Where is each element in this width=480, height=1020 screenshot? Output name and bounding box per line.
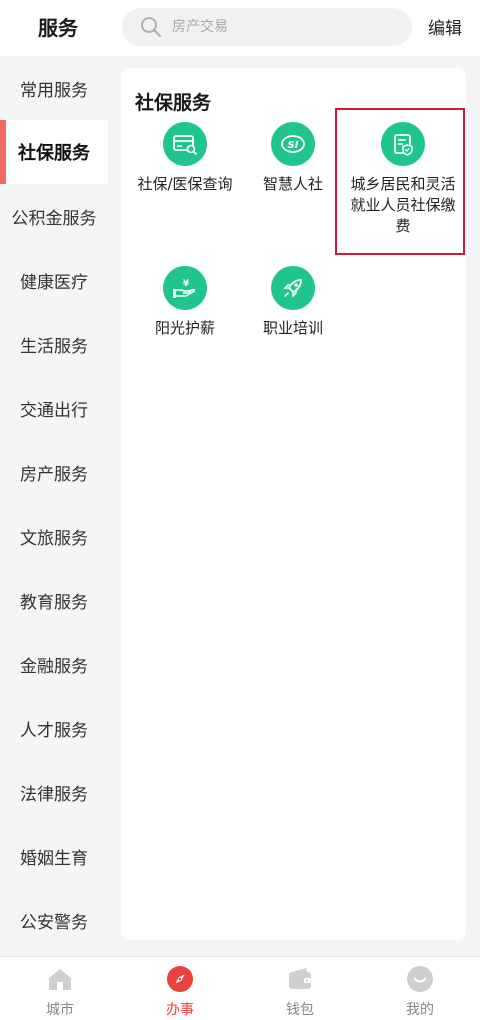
svg-text:¥: ¥ [183, 279, 190, 289]
sidebar-item-police[interactable]: 公安警务 [0, 888, 108, 952]
tab-label: 办事 [166, 1002, 194, 1018]
service-item-wage-protection[interactable]: ¥ 阳光护薪 [125, 266, 245, 339]
service-label: 阳光护薪 [154, 319, 215, 337]
rocket-icon [271, 266, 315, 310]
sidebar-item-property[interactable]: 房产服务 [0, 440, 108, 504]
service-item-vocational-training[interactable]: 职业培训 [233, 266, 353, 339]
sidebar-item-life[interactable]: 生活服务 [0, 312, 108, 376]
compass-icon [166, 965, 194, 993]
si-logo-icon: SI [271, 122, 315, 166]
tab-label: 城市 [46, 1002, 74, 1018]
sidebar-item-culture-tourism[interactable]: 文旅服务 [0, 504, 108, 568]
profile-icon [406, 965, 434, 993]
service-label: 城乡居民和灵活就业人员社保缴费 [350, 175, 456, 235]
search-input[interactable] [172, 19, 392, 35]
tab-profile[interactable]: 我的 [360, 957, 480, 1020]
tab-services[interactable]: 办事 [120, 957, 240, 1020]
search-icon [140, 16, 162, 38]
page-title: 服务 [38, 16, 78, 40]
sidebar: 常用服务 社保服务 公积金服务 健康医疗 生活服务 交通出行 房产服务 文旅服务… [0, 56, 108, 956]
hand-yuan-icon: ¥ [163, 266, 207, 310]
home-icon [46, 965, 74, 993]
service-item-insurance-payment[interactable]: 城乡居民和灵活就业人员社保缴费 [343, 122, 463, 237]
svg-text:SI: SI [288, 140, 299, 151]
header: 服务 编辑 [0, 0, 480, 56]
app-root: 服务 编辑 常用服务 社保服务 公积金服务 健康医疗 生活服务 交通出行 房产服… [0, 0, 480, 1020]
service-label: 智慧人社 [262, 175, 323, 193]
sidebar-item-talent[interactable]: 人才服务 [0, 696, 108, 760]
service-panel: 社保服务 社保/医保查询 SI 智慧人社 城乡居民和灵活就业人员社保缴费 ¥ 阳… [121, 68, 466, 940]
sidebar-item-housing-fund[interactable]: 公积金服务 [0, 184, 108, 248]
sidebar-item-social-security[interactable]: 社保服务 [0, 120, 108, 184]
tab-wallet[interactable]: 钱包 [240, 957, 360, 1020]
wallet-icon [286, 965, 314, 993]
sidebar-item-common[interactable]: 常用服务 [0, 56, 108, 120]
sidebar-item-health[interactable]: 健康医疗 [0, 248, 108, 312]
service-label: 社保/医保查询 [137, 175, 233, 193]
section-title: 社保服务 [135, 92, 212, 114]
document-shield-icon [381, 122, 425, 166]
sidebar-item-education[interactable]: 教育服务 [0, 568, 108, 632]
sidebar-item-transport[interactable]: 交通出行 [0, 376, 108, 440]
tab-city[interactable]: 城市 [0, 957, 120, 1020]
service-label: 职业培训 [262, 319, 323, 337]
card-search-icon [163, 122, 207, 166]
tab-label: 钱包 [286, 1002, 314, 1018]
service-item-smart-hrss[interactable]: SI 智慧人社 [233, 122, 353, 195]
tab-label: 我的 [406, 1002, 434, 1018]
sidebar-item-legal[interactable]: 法律服务 [0, 760, 108, 824]
service-item-insurance-query[interactable]: 社保/医保查询 [125, 122, 245, 195]
sidebar-item-marriage-birth[interactable]: 婚姻生育 [0, 824, 108, 888]
edit-button[interactable]: 编辑 [428, 14, 462, 39]
search-box[interactable] [122, 8, 412, 46]
bottom-tab-bar: 城市 办事 钱包 我的 [0, 956, 480, 1020]
sidebar-item-finance[interactable]: 金融服务 [0, 632, 108, 696]
